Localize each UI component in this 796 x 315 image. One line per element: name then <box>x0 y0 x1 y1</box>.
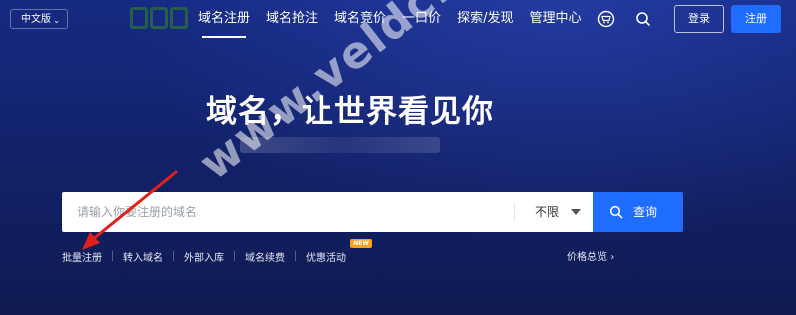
main-nav: 域名注册 域名抢注 域名竞价 一口价 探索/发现 管理中心 <box>190 0 589 40</box>
top-navigation-bar: 中文版 ⌄ 域名注册 域名抢注 域名竞价 一口价 探索/发现 管理中心 登录 注… <box>0 0 796 40</box>
hero-subtitle-blurred <box>240 137 440 153</box>
hero-background <box>0 0 796 315</box>
search-icon[interactable] <box>634 10 652 28</box>
price-overview-label: 价格总览 <box>567 252 607 263</box>
nav-fixed-price[interactable]: 一口价 <box>394 0 449 40</box>
suffix-select[interactable]: 不限 <box>515 192 593 232</box>
query-button-label: 查询 <box>633 205 658 219</box>
domain-search-box: 不限 查询 <box>62 192 683 232</box>
language-label: 中文版 <box>21 14 51 25</box>
link-external-import[interactable]: 外部入库 <box>174 249 234 264</box>
link-domain-renew[interactable]: 域名续费 <box>235 249 295 264</box>
query-button[interactable]: 查询 <box>593 192 683 232</box>
hero-headline: 域名，让世界看见你 <box>206 94 494 130</box>
quick-links: 批量注册 转入域名 外部入库 域名续费 优惠活动 NEW <box>62 238 372 264</box>
nav-domain-snapback[interactable]: 域名抢注 <box>258 0 326 40</box>
suffix-select-value: 不限 <box>535 205 560 219</box>
nav-explore[interactable]: 探索/发现 <box>449 0 521 40</box>
site-logo[interactable] <box>130 4 190 32</box>
link-transfer-in[interactable]: 转入域名 <box>113 249 173 264</box>
nav-domain-register[interactable]: 域名注册 <box>190 0 258 40</box>
logo-glyph <box>170 7 188 29</box>
logo-glyph <box>150 7 168 29</box>
nav-domain-auction[interactable]: 域名竞价 <box>326 0 394 40</box>
caret-down-icon <box>571 209 581 215</box>
cart-icon[interactable] <box>597 10 615 28</box>
domain-search-input[interactable] <box>62 192 452 232</box>
link-bulk-register[interactable]: 批量注册 <box>62 249 112 264</box>
link-promotions[interactable]: 优惠活动 NEW <box>296 238 372 264</box>
link-promotions-label: 优惠活动 <box>306 252 346 264</box>
register-button[interactable]: 注册 <box>731 5 781 33</box>
new-badge: NEW <box>350 238 372 248</box>
nav-management[interactable]: 管理中心 <box>521 0 589 40</box>
logo-glyph <box>130 7 148 29</box>
login-button[interactable]: 登录 <box>674 5 724 33</box>
chevron-right-icon: › <box>610 252 615 263</box>
price-overview-link[interactable]: 价格总览 › <box>567 248 614 263</box>
language-switch[interactable]: 中文版 ⌄ <box>10 9 68 29</box>
chevron-down-icon: ⌄ <box>53 16 60 25</box>
search-icon <box>609 205 623 219</box>
